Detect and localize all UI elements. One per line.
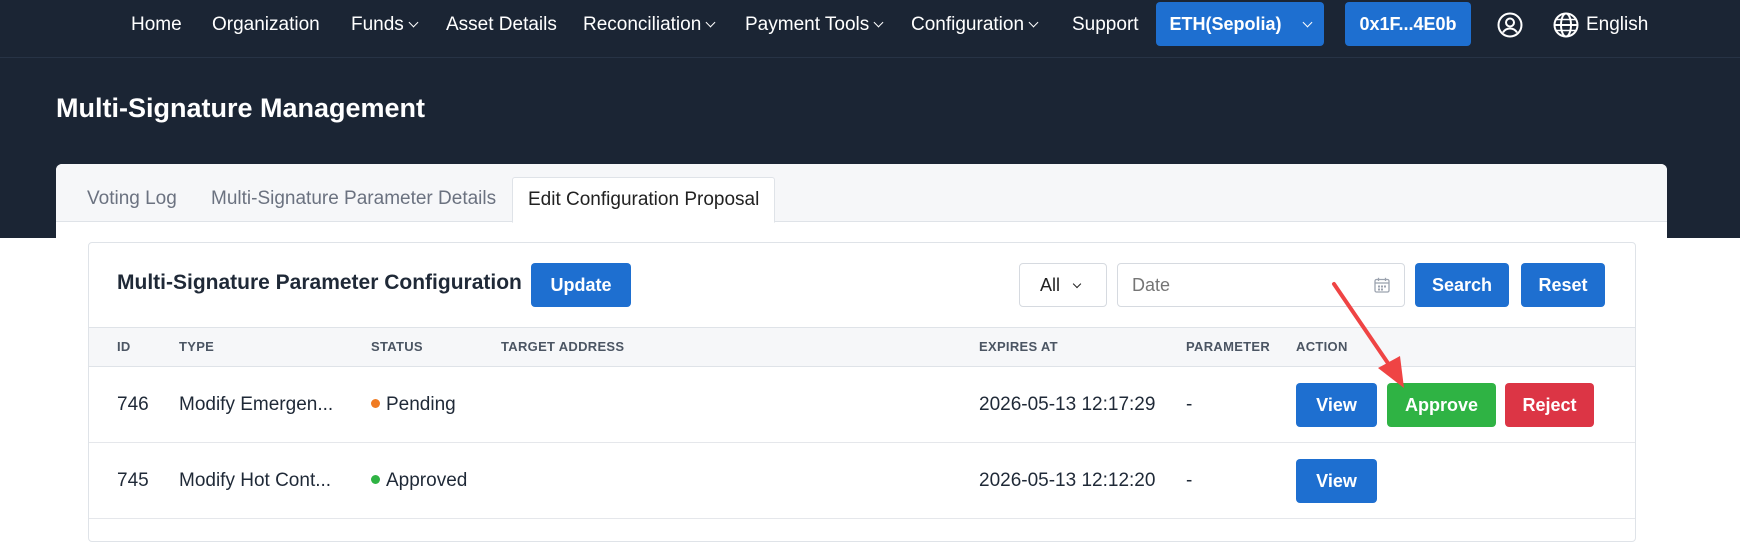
search-button[interactable]: Search bbox=[1415, 263, 1509, 307]
nav-home[interactable]: Home bbox=[131, 0, 182, 50]
status-label: Pending bbox=[386, 394, 456, 415]
nav-reconciliation[interactable]: Reconciliation bbox=[583, 0, 716, 50]
column-header-id: ID bbox=[117, 339, 131, 354]
column-header-target-address: TARGET ADDRESS bbox=[501, 339, 625, 354]
chevron-down-icon bbox=[873, 17, 884, 28]
network-selector[interactable]: ETH(Sepolia) bbox=[1156, 2, 1324, 46]
nav-funds[interactable]: Funds bbox=[351, 0, 419, 50]
chevron-down-icon bbox=[1302, 17, 1312, 28]
annotation-arrow-icon bbox=[1332, 282, 1404, 388]
top-navigation: Home Organization Funds Asset Details Re… bbox=[0, 0, 1740, 58]
pending-status-dot-icon bbox=[371, 399, 380, 408]
user-icon[interactable] bbox=[1497, 12, 1523, 38]
approved-status-dot-icon bbox=[371, 475, 380, 484]
cell-id: 746 bbox=[117, 394, 149, 415]
nav-configuration[interactable]: Configuration bbox=[911, 0, 1039, 50]
nav-support[interactable]: Support bbox=[1072, 0, 1139, 50]
tab-bar: Voting Log Multi-Signature Parameter Det… bbox=[56, 164, 1667, 223]
cell-id: 745 bbox=[117, 470, 149, 491]
nav-payment-tools[interactable]: Payment Tools bbox=[745, 0, 884, 50]
tab-voting-log[interactable]: Voting Log bbox=[87, 177, 177, 223]
main-card: Voting Log Multi-Signature Parameter Det… bbox=[56, 164, 1667, 542]
cell-type: Modify Hot Cont... bbox=[179, 470, 332, 491]
cell-expires-at: 2026-05-13 12:12:20 bbox=[979, 470, 1156, 491]
globe-icon[interactable] bbox=[1553, 12, 1579, 38]
chevron-down-icon bbox=[705, 17, 716, 28]
column-header-type: TYPE bbox=[179, 339, 215, 354]
column-header-expires-at: EXPIRES AT bbox=[979, 339, 1058, 354]
nav-asset-details[interactable]: Asset Details bbox=[446, 0, 557, 50]
chevron-down-icon bbox=[1072, 279, 1082, 289]
cell-type: Modify Emergen... bbox=[179, 394, 334, 415]
cell-status: Approved bbox=[371, 443, 467, 519]
status-label: Approved bbox=[386, 470, 468, 491]
chevron-down-icon bbox=[1028, 17, 1039, 28]
tab-edit-configuration-proposal[interactable]: Edit Configuration Proposal bbox=[512, 177, 776, 223]
column-header-parameter: PARAMETER bbox=[1186, 339, 1271, 354]
page-title: Multi-Signature Management bbox=[56, 93, 426, 123]
cell-status: Pending bbox=[371, 367, 456, 443]
language-selector[interactable]: English bbox=[1586, 0, 1648, 50]
tab-parameter-details[interactable]: Multi-Signature Parameter Details bbox=[211, 177, 496, 223]
cell-parameter: - bbox=[1186, 394, 1193, 415]
wallet-address-button[interactable]: 0x1F...4E0b bbox=[1345, 2, 1471, 46]
table-row: 745 Modify Hot Cont... Approved 2026-05-… bbox=[89, 443, 1635, 519]
update-button[interactable]: Update bbox=[531, 263, 631, 307]
reject-button[interactable]: Reject bbox=[1505, 383, 1594, 427]
status-filter-select[interactable]: All bbox=[1019, 263, 1107, 307]
cell-parameter: - bbox=[1186, 470, 1193, 491]
nav-organization[interactable]: Organization bbox=[212, 0, 320, 50]
cell-expires-at: 2026-05-13 12:17:29 bbox=[979, 394, 1156, 415]
column-header-status: STATUS bbox=[371, 339, 423, 354]
panel-title: Multi-Signature Parameter Configuration bbox=[117, 271, 522, 294]
chevron-down-icon bbox=[408, 17, 419, 28]
view-button[interactable]: View bbox=[1296, 459, 1377, 503]
reset-button[interactable]: Reset bbox=[1521, 263, 1605, 307]
